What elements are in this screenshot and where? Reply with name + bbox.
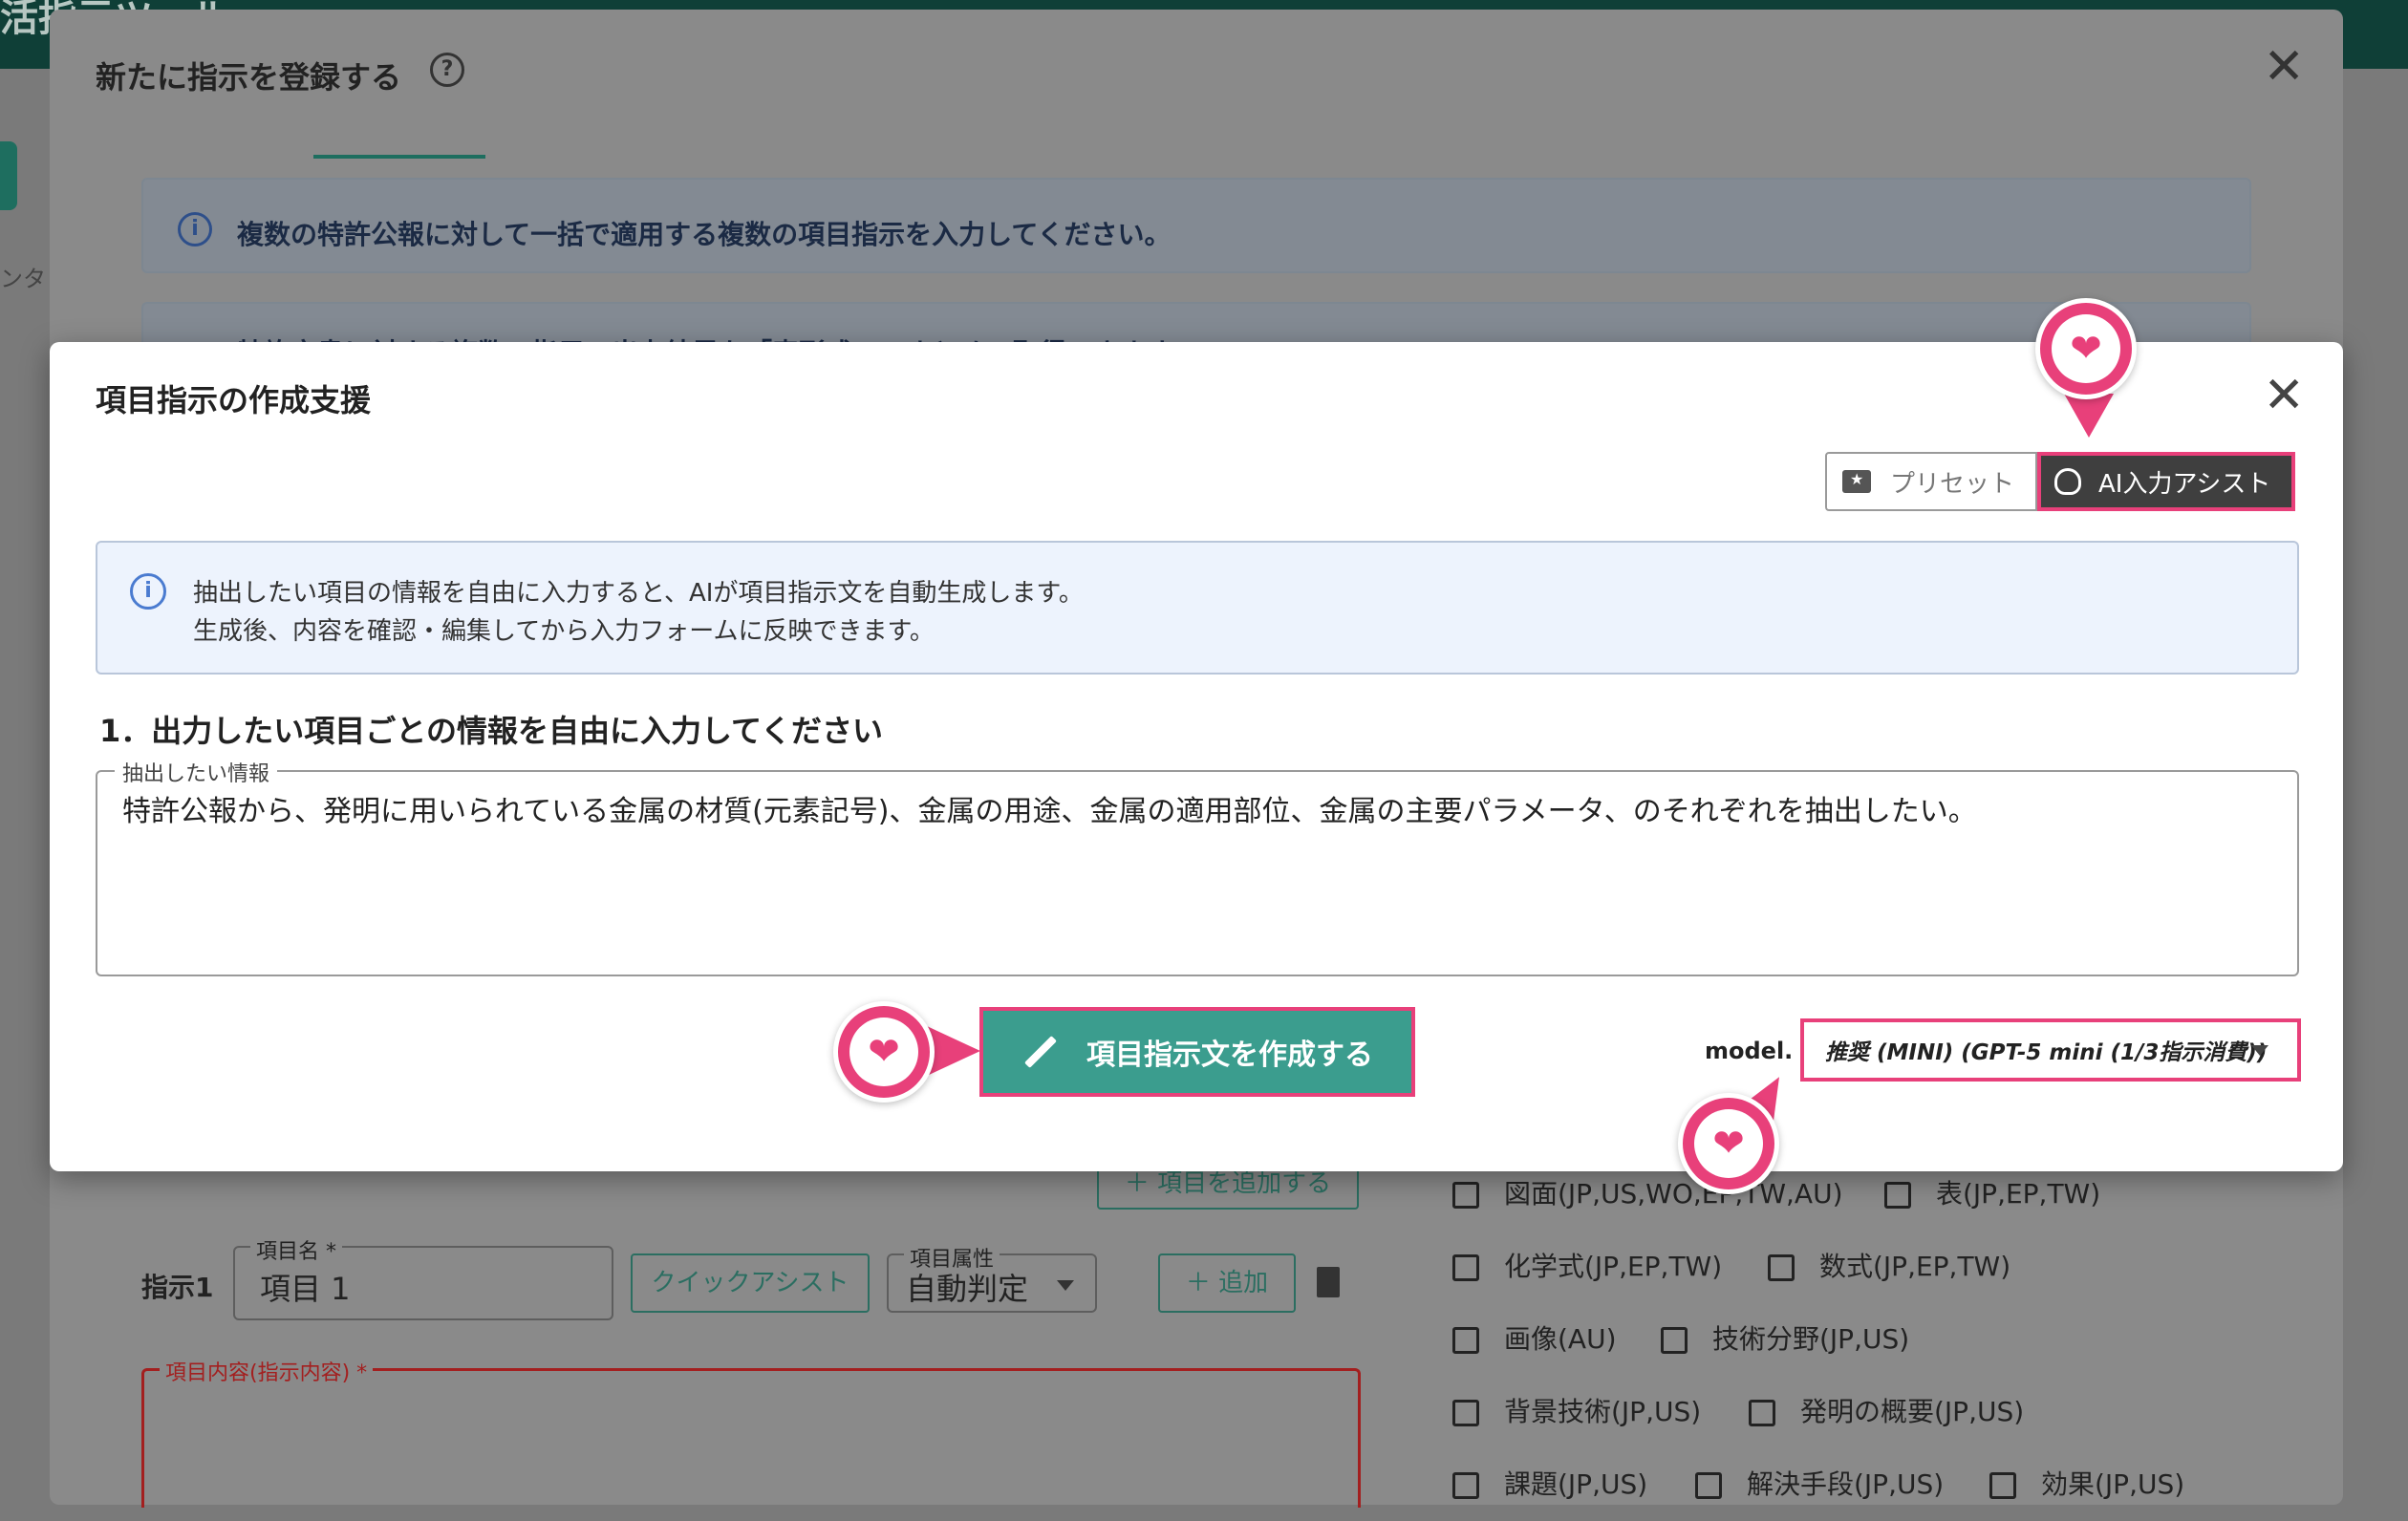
marker-pointer: [2064, 394, 2114, 438]
textarea-value[interactable]: 特許公報から、発明に用いられている金属の材質(元素記号)、金属の用途、金属の適用…: [122, 787, 1977, 829]
extraction-info-textarea[interactable]: 抽出したい情報 特許公報から、発明に用いられている金属の材質(元素記号)、金属の…: [96, 757, 2299, 976]
close-icon[interactable]: ✕: [2263, 42, 2305, 92]
checkbox-box[interactable]: [1452, 1400, 1479, 1426]
side-action-button[interactable]: [0, 141, 17, 210]
checkbox-formula[interactable]: 数式(JP,EP,TW): [1768, 1246, 2010, 1284]
item-content-label: 項目内容(指示内容) *: [160, 1356, 374, 1386]
quick-assist-button[interactable]: クイックアシスト: [631, 1253, 870, 1313]
question-circle-icon[interactable]: ?: [430, 53, 464, 87]
outer-info-text: 複数の特許公報に対して一括で適用する複数の項目指示を入力してください。: [237, 219, 1172, 250]
checkbox-tables[interactable]: 表(JP,EP,TW): [1884, 1173, 2100, 1211]
generate-label: 項目指示文を作成する: [1086, 1039, 1373, 1072]
checkbox-label: 表(JP,EP,TW): [1936, 1178, 2101, 1210]
checkbox-label: 数式(JP,EP,TW): [1819, 1251, 2011, 1282]
item-name-label: 項目名 *: [250, 1234, 342, 1265]
headset-icon: [2054, 468, 2081, 495]
ai-assist-button[interactable]: AI入力アシスト: [2037, 452, 2295, 511]
chevron-down-icon: [2251, 1045, 2268, 1056]
checkbox-box[interactable]: [1695, 1472, 1722, 1499]
generate-instruction-button[interactable]: 項目指示文を作成する: [979, 1007, 1415, 1097]
checkbox-images[interactable]: 画像(AU): [1452, 1318, 1617, 1357]
checkbox-box[interactable]: [1452, 1254, 1479, 1281]
checkbox-label: 背景技術(JP,US): [1504, 1396, 1702, 1427]
folder-star-icon: [1842, 470, 1871, 493]
checkbox-summary[interactable]: 発明の概要(JP,US): [1749, 1391, 2024, 1429]
checkbox-box[interactable]: [1768, 1254, 1795, 1281]
outer-info-banner: i 複数の特許公報に対して一括で適用する複数の項目指示を入力してください。: [141, 178, 2251, 273]
checkbox-problem[interactable]: 課題(JP,US): [1452, 1464, 1647, 1502]
checkbox-label: 技術分野(JP,US): [1712, 1323, 1910, 1355]
checkbox-label: 画像(AU): [1504, 1323, 1617, 1355]
model-value: 推奨 (MINI) (GPT-5 mini (1/3指示消費)): [1825, 1040, 2268, 1065]
item-name-value: 項目 1: [260, 1271, 351, 1307]
checkbox-solution[interactable]: 解決手段(JP,US): [1695, 1464, 1944, 1502]
preset-button[interactable]: プリセット: [1825, 452, 2037, 511]
modal-info-banner: i 抽出したい項目の情報を自由に入力すると、AIが項目指示文を自動生成します。 …: [96, 541, 2299, 675]
add-button[interactable]: ＋ 追加: [1158, 1253, 1296, 1313]
model-select[interactable]: 推奨 (MINI) (GPT-5 mini (1/3指示消費)): [1800, 1018, 2301, 1082]
heart-icon: ❤: [1678, 1093, 1779, 1194]
trash-icon[interactable]: [1317, 1267, 1340, 1297]
checkbox-box[interactable]: [1452, 1182, 1479, 1209]
checkbox-label: 課題(JP,US): [1504, 1468, 1648, 1500]
checkbox-chemical[interactable]: 化学式(JP,EP,TW): [1452, 1246, 1722, 1284]
side-text: ンタ: [0, 266, 46, 292]
item-attr-select[interactable]: 項目属性 自動判定: [887, 1242, 1097, 1313]
checkbox-box[interactable]: [1884, 1182, 1911, 1209]
checkbox-box[interactable]: [1452, 1472, 1479, 1499]
model-label: model.: [1705, 1038, 1794, 1064]
section-heading: 1．出力したい項目ごとの情報を自由に入力してください: [99, 713, 884, 749]
checkbox-box[interactable]: [1749, 1400, 1775, 1426]
checkbox-label: 発明の概要(JP,US): [1800, 1396, 2025, 1427]
checkbox-box[interactable]: [1661, 1327, 1688, 1354]
checkbox-tech-field[interactable]: 技術分野(JP,US): [1661, 1318, 1909, 1357]
checkbox-label: 化学式(JP,EP,TW): [1504, 1251, 1723, 1282]
heart-icon: ❤: [833, 1001, 935, 1103]
preset-label: プリセット: [1890, 469, 2015, 499]
checkbox-label: 解決手段(JP,US): [1747, 1468, 1945, 1500]
heart-icon: ❤: [2035, 298, 2137, 399]
mode-toggle-group: プリセット AI入力アシスト: [1825, 452, 2295, 511]
item-name-field[interactable]: 項目名 * 項目 1: [233, 1234, 613, 1320]
checkbox-box[interactable]: [1452, 1327, 1479, 1354]
checkbox-box[interactable]: [1989, 1472, 2016, 1499]
checkbox-background[interactable]: 背景技術(JP,US): [1452, 1391, 1701, 1429]
chevron-down-icon: [1057, 1280, 1074, 1291]
checkbox-effect[interactable]: 効果(JP,US): [1989, 1464, 2184, 1502]
outer-dialog-title: 新たに指示を登録する: [96, 59, 402, 96]
info-line-1: 抽出したい項目の情報を自由に入力すると、AIが項目指示文を自動生成します。: [193, 579, 1084, 608]
modal-title: 項目指示の作成支援: [96, 382, 372, 418]
active-tab-indicator: [313, 155, 485, 159]
checkbox-label: 効果(JP,US): [2041, 1468, 2185, 1500]
magic-wand-icon: [1024, 1036, 1057, 1068]
close-icon[interactable]: ✕: [2263, 371, 2305, 420]
info-icon: i: [130, 573, 166, 610]
textarea-label: 抽出したい情報: [115, 757, 278, 787]
marker-pointer: [927, 1026, 980, 1076]
item-attr-value: 自動判定: [906, 1271, 1029, 1307]
instruction-label: 指示1: [141, 1272, 214, 1303]
checkbox-label: 図面(JP,US,WO,EP,TW,AU): [1504, 1178, 1843, 1210]
ai-assist-label: AI入力アシスト: [2098, 469, 2271, 499]
info-icon: i: [178, 212, 212, 246]
info-line-2: 生成後、内容を確認・編集してから入力フォームに反映できます。: [193, 617, 935, 646]
item-content-field[interactable]: 項目内容(指示内容) *: [141, 1356, 1361, 1508]
creation-assist-modal: 項目指示の作成支援 ✕ プリセット AI入力アシスト i 抽出したい項目の情報を…: [50, 342, 2343, 1171]
checkbox-figures[interactable]: 図面(JP,US,WO,EP,TW,AU): [1452, 1173, 1843, 1211]
